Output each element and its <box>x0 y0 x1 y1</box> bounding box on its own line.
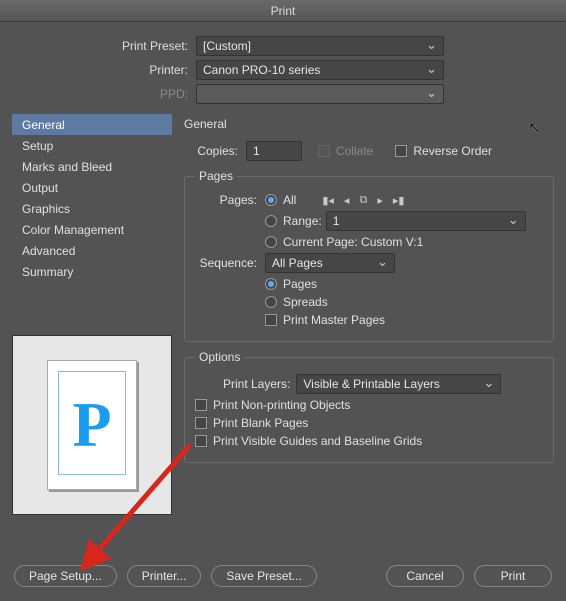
layout-pages-label: Pages <box>283 277 317 291</box>
sidebar-item-graphics[interactable]: Graphics <box>12 198 172 219</box>
pages-current-radio[interactable] <box>265 236 277 248</box>
page-setup-button[interactable]: Page Setup... <box>14 565 117 587</box>
cancel-button[interactable]: Cancel <box>386 565 464 587</box>
sequence-select[interactable]: All Pages <box>265 253 395 273</box>
print-preset-select[interactable]: [Custom] <box>196 36 444 56</box>
pages-range-select[interactable]: 1 <box>326 211 526 231</box>
options-group: Options Print Layers: Visible & Printabl… <box>184 350 554 463</box>
sidebar-item-color-management[interactable]: Color Management <box>12 219 172 240</box>
layout-pages-radio[interactable] <box>265 278 277 290</box>
page-nav: ▮◂ ◂ ⧉ ▸ ▸▮ <box>322 194 404 207</box>
printer-select[interactable]: Canon PRO-10 series <box>196 60 444 80</box>
nav-prev-icon[interactable]: ◂ <box>344 194 350 207</box>
nonprinting-objects-checkbox[interactable] <box>195 399 207 411</box>
print-button[interactable]: Print <box>474 565 552 587</box>
nav-spread-icon[interactable]: ⧉ <box>359 194 367 207</box>
window-title: Print <box>0 0 566 22</box>
pages-range-radio[interactable] <box>265 215 277 227</box>
sidebar-item-output[interactable]: Output <box>12 177 172 198</box>
layout-spreads-radio[interactable] <box>265 296 277 308</box>
reverse-order-checkbox[interactable] <box>395 145 407 157</box>
print-layers-label: Print Layers: <box>223 377 290 391</box>
page-preview: P <box>12 335 172 515</box>
visible-guides-checkbox[interactable] <box>195 435 207 447</box>
pages-label: Pages: <box>195 193 265 207</box>
ppd-select <box>196 84 444 104</box>
nav-last-icon[interactable]: ▸▮ <box>393 194 405 207</box>
pages-all-label: All <box>283 193 296 207</box>
dialog-footer: Page Setup... Printer... Save Preset... … <box>0 555 566 601</box>
copies-label: Copies: <box>184 144 246 158</box>
pages-legend: Pages <box>195 169 237 183</box>
sidebar-item-setup[interactable]: Setup <box>12 135 172 156</box>
pages-range-label: Range: <box>283 214 322 228</box>
blank-pages-checkbox[interactable] <box>195 417 207 429</box>
nav-next-icon[interactable]: ▸ <box>377 194 383 207</box>
pages-all-radio[interactable] <box>265 194 277 206</box>
ppd-label: PPD: <box>18 87 196 101</box>
printer-label: Printer: <box>18 63 196 77</box>
reverse-order-label: Reverse Order <box>413 144 492 158</box>
layout-spreads-label: Spreads <box>283 295 328 309</box>
collate-label: Collate <box>336 144 373 158</box>
print-master-pages-label: Print Master Pages <box>283 313 385 327</box>
pages-group: Pages Pages: All ▮◂ ◂ ⧉ ▸ ▸▮ Range: 1 <box>184 169 554 342</box>
visible-guides-label: Print Visible Guides and Baseline Grids <box>213 434 422 448</box>
options-legend: Options <box>195 350 244 364</box>
top-settings: Print Preset: [Custom] Printer: Canon PR… <box>0 22 566 114</box>
pages-current-label: Current Page: Custom V:1 <box>283 235 423 249</box>
copies-input[interactable]: 1 <box>246 141 302 161</box>
nonprinting-objects-label: Print Non-printing Objects <box>213 398 350 412</box>
preview-page: P <box>47 360 137 490</box>
printer-button[interactable]: Printer... <box>127 565 202 587</box>
sidebar-item-marks-and-bleed[interactable]: Marks and Bleed <box>12 156 172 177</box>
sidebar-item-general[interactable]: General <box>12 114 172 135</box>
print-layers-select[interactable]: Visible & Printable Layers <box>296 374 501 394</box>
panel-heading: General <box>184 117 554 131</box>
print-preset-label: Print Preset: <box>18 39 196 53</box>
sequence-label: Sequence: <box>195 256 265 270</box>
save-preset-button[interactable]: Save Preset... <box>211 565 316 587</box>
blank-pages-label: Print Blank Pages <box>213 416 308 430</box>
print-master-pages-checkbox[interactable] <box>265 314 277 326</box>
sidebar-item-advanced[interactable]: Advanced <box>12 240 172 261</box>
collate-checkbox <box>318 145 330 157</box>
sidebar-item-summary[interactable]: Summary <box>12 261 172 282</box>
nav-first-icon[interactable]: ▮◂ <box>322 194 334 207</box>
